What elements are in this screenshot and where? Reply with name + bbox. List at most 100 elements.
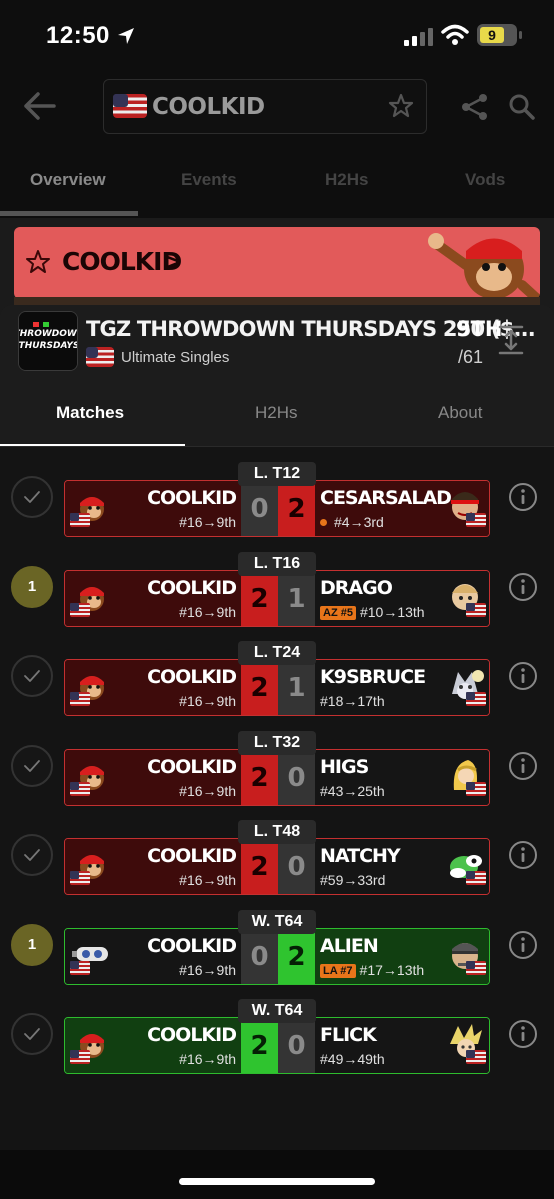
player-side-left: COOLKID #16→9th (65, 928, 241, 984)
match-card[interactable]: COOLKID #16→9th 2 0 FLICK #49→49th (64, 1017, 490, 1074)
right-score: 2 (278, 928, 315, 984)
opponent-name: DRAGO (320, 576, 393, 599)
match-row[interactable]: COOLKID #16→9th 2 1 K9SBRUCE #18→17th L. T24 (0, 641, 554, 719)
us-flag-icon (466, 1050, 486, 1069)
match-card[interactable]: COOLKID #16→9th 2 0 NATCHY #59→33rd (64, 838, 490, 895)
match-card[interactable]: COOLKID #16→9th 2 0 HIGS #43→25th (64, 748, 490, 806)
match-card[interactable]: COOLKID #16→9th 0 2 CESARSALAD #4→3rd (64, 480, 490, 537)
match-row[interactable]: COOLKID #16→9th 2 0 FLICK #49→49th W. T64 (0, 999, 554, 1077)
chevron-right-icon: > (166, 249, 181, 276)
match-check-icon[interactable] (11, 655, 53, 697)
live-dot-icon (320, 519, 327, 526)
us-flag-icon (70, 602, 90, 622)
tab-matches[interactable]: Matches (56, 403, 124, 423)
info-icon[interactable] (508, 930, 538, 965)
match-row[interactable]: COOLKID #16→9th 2 0 NATCHY #59→33rd L. T48 (0, 820, 554, 898)
match-check-icon[interactable] (11, 834, 53, 876)
battery-icon: 9 (477, 24, 522, 46)
placement: 9TH (456, 317, 503, 341)
bottom-area (0, 1150, 554, 1199)
seed-placement: #16→9th (179, 872, 236, 888)
player-side-left: COOLKID #16→9th (65, 839, 241, 894)
match-check-icon[interactable] (11, 476, 53, 518)
left-score: 2 (241, 570, 278, 626)
match-card[interactable]: COOLKID #16→9th 2 1 K9SBRUCE #18→17th (64, 659, 490, 716)
tab-h2hs[interactable]: H2Hs (325, 170, 368, 190)
match-card[interactable]: COOLKID #16→9th 2 1 DRAGO AZ #5 #10→13th (64, 569, 490, 627)
clock: 12:50 (46, 22, 110, 49)
player-side-left: COOLKID #16→9th (65, 570, 241, 626)
seed-placement: #4→3rd (334, 514, 384, 530)
us-flag-icon (113, 94, 147, 118)
top-tabs: Overview Events H2Hs Vods (0, 154, 554, 218)
info-icon[interactable] (508, 661, 538, 696)
back-arrow-icon[interactable] (22, 91, 56, 121)
info-icon[interactable] (508, 572, 538, 607)
info-icon[interactable] (508, 482, 538, 517)
match-card[interactable]: COOLKID #16→9th 0 2 ALIEN LA #7 #17→13th (64, 927, 490, 985)
seed-placement: #18→17th (320, 693, 385, 709)
favorite-star-icon[interactable] (388, 93, 414, 119)
player-side-right: CESARSALAD #4→3rd (315, 481, 489, 536)
stream-count-badge[interactable]: 1 (11, 923, 53, 966)
seed-placement: #16→9th (179, 782, 236, 799)
us-flag-icon (466, 781, 486, 801)
round-label: L. T48 (238, 820, 316, 844)
seed-placement: #16→9th (179, 603, 236, 620)
player-side-right: NATCHY #59→33rd (315, 839, 489, 894)
status-bar: 12:50 9 (0, 0, 554, 74)
star-outline-icon[interactable] (25, 249, 51, 275)
tab-event-h2hs[interactable]: H2Hs (255, 403, 298, 423)
seed-placement: #16→9th (179, 1051, 236, 1067)
top-navigation: COOLKID (0, 74, 554, 154)
match-row[interactable]: COOLKID #16→9th 0 2 CESARSALAD #4→3rd L. T12 (0, 462, 554, 540)
tab-events[interactable]: Events (181, 170, 237, 190)
us-flag-icon (70, 781, 90, 801)
seed-placement: #59→33rd (320, 872, 386, 888)
us-flag-icon (466, 602, 486, 622)
us-flag-icon (70, 871, 90, 890)
us-flag-icon (466, 871, 486, 890)
right-score: 2 (278, 481, 315, 536)
match-row[interactable]: 1 COOLKID #16→9th 2 1 DRAGO AZ #5 #10→13th L. T1… (0, 551, 554, 630)
us-flag-icon (70, 692, 90, 711)
stream-count-badge[interactable]: 1 (11, 565, 53, 608)
player-name: COOLKID (147, 845, 237, 867)
active-tab-indicator (0, 211, 138, 216)
player-banner[interactable]: COOLKID > (14, 227, 540, 299)
left-score: 2 (241, 749, 278, 805)
info-icon[interactable] (508, 751, 538, 786)
info-icon[interactable] (508, 1019, 538, 1054)
player-side-right: K9SBRUCE #18→17th (315, 660, 489, 715)
match-check-icon[interactable] (11, 744, 53, 787)
player-search-box[interactable]: COOLKID (103, 79, 427, 134)
info-icon[interactable] (508, 840, 538, 875)
tab-overview[interactable]: Overview (30, 170, 106, 190)
right-score: 1 (278, 570, 315, 626)
us-flag-icon (86, 347, 114, 367)
player-side-left: COOLKID #16→9th (65, 1018, 241, 1073)
player-name: COOLKID (147, 576, 237, 599)
right-score: 0 (278, 1018, 315, 1073)
search-icon[interactable] (508, 93, 536, 121)
opponent-seed-line: #59→33rd (320, 872, 385, 888)
match-check-icon[interactable] (11, 1013, 53, 1055)
tab-vods[interactable]: Vods (465, 170, 505, 190)
seed-placement: #16→9th (179, 693, 236, 709)
home-indicator[interactable] (179, 1178, 375, 1185)
seed-placement: #49→49th (320, 1051, 385, 1067)
left-score: 0 (241, 928, 278, 984)
share-icon[interactable] (460, 92, 490, 122)
seed-placement: #10→13th (359, 603, 425, 620)
left-score: 2 (241, 660, 278, 715)
expand-vertical-icon[interactable] (498, 325, 524, 355)
match-row[interactable]: 1 COOLKID #16→9th 0 2 ALIEN LA #7 #17→13th W. T6… (0, 909, 554, 988)
opponent-name: K9SBRUCE (320, 666, 426, 688)
tab-about[interactable]: About (438, 403, 482, 423)
match-row[interactable]: COOLKID #16→9th 2 0 HIGS #43→25th L. T32 (0, 730, 554, 809)
right-score: 0 (278, 749, 315, 805)
opponent-seed-line: AZ #5 #10→13th (320, 604, 425, 620)
opponent-seed-line: #49→49th (320, 1051, 385, 1067)
round-label: W. T64 (238, 909, 316, 934)
banner-player-name: COOLKID (62, 247, 182, 276)
